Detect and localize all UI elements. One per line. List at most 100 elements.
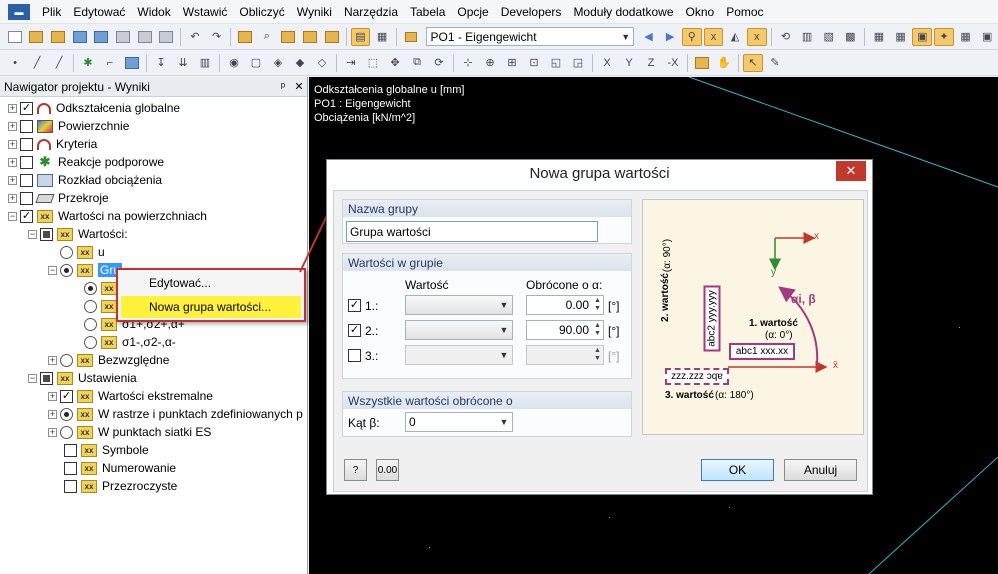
select-icon[interactable]: ⇥ xyxy=(341,54,361,72)
value-3-select[interactable]: ▼ xyxy=(405,345,513,365)
menu-tabela[interactable]: Tabela xyxy=(404,0,451,24)
tree-item-transparent[interactable]: xx Przezroczyste xyxy=(64,477,177,495)
expand-icon[interactable]: + xyxy=(8,157,17,167)
tree-item-values[interactable]: − xx Wartości: xyxy=(28,225,128,243)
edit-icon[interactable] xyxy=(235,28,255,46)
spinner-arrows-icon[interactable]: ▲ ▼ xyxy=(592,347,603,363)
tree-item-surfaces[interactable]: + Powierzchnie xyxy=(8,117,129,135)
group-name-input[interactable]: Grupa wartości xyxy=(346,221,598,242)
spinner-arrows-icon[interactable]: ▲ ▼ xyxy=(592,322,603,338)
tree-item-sections[interactable]: + Przekroje xyxy=(8,189,109,207)
radio[interactable] xyxy=(60,353,73,367)
view-minus-x-icon[interactable]: -X xyxy=(663,54,683,72)
results-icon[interactable] xyxy=(300,28,320,46)
menu-obliczyc[interactable]: Obliczyć xyxy=(233,0,290,24)
expand-icon[interactable]: + xyxy=(8,139,17,149)
menu-plik[interactable]: Plik xyxy=(36,0,67,24)
expand-icon[interactable]: + xyxy=(48,409,57,419)
hinge-icon[interactable]: ⌐ xyxy=(100,54,120,72)
table2-icon[interactable]: ▦ xyxy=(372,28,392,46)
value-3-checkbox[interactable] xyxy=(348,349,361,362)
angle-beta-select[interactable]: 0 ▼ xyxy=(405,412,513,432)
checkbox[interactable]: ✓ xyxy=(20,209,33,223)
expand-icon[interactable]: + xyxy=(48,391,57,401)
new-file-icon[interactable] xyxy=(5,28,25,46)
tree-item-support-reactions[interactable]: + ✱ Reakcje podporowe xyxy=(8,153,164,171)
value-1-angle-spinner[interactable]: 0.00 ▲ ▼ xyxy=(526,295,604,315)
radio[interactable] xyxy=(60,407,73,421)
surface-load-icon[interactable]: ▥ xyxy=(195,54,215,72)
collapse-icon[interactable]: − xyxy=(8,211,17,221)
radio[interactable] xyxy=(84,317,97,331)
checkbox[interactable] xyxy=(20,119,33,133)
context-menu-edit[interactable]: Edytować... xyxy=(121,272,301,294)
next-case-icon[interactable]: ▶ xyxy=(660,28,680,46)
redo-icon[interactable]: ↷ xyxy=(207,28,227,46)
extreme-values-icon[interactable]: x xyxy=(746,27,767,46)
result-filter-icon[interactable]: ▧ xyxy=(819,28,839,46)
grid-icon[interactable]: ▦ xyxy=(869,28,889,46)
collapse-icon[interactable]: − xyxy=(28,229,37,239)
prev-case-icon[interactable]: ◀ xyxy=(639,28,659,46)
result-grid-icon[interactable]: ▩ xyxy=(841,28,861,46)
print-icon[interactable] xyxy=(113,28,133,46)
move-icon[interactable]: ✥ xyxy=(385,54,405,72)
menu-narzedzia[interactable]: Narzędzia xyxy=(338,0,404,24)
value-1-checkbox[interactable]: ✓ xyxy=(348,299,361,312)
member-icon[interactable]: ╱ xyxy=(49,54,69,72)
view-z-icon[interactable]: Z xyxy=(641,54,661,72)
zoom-icon[interactable]: ⊕ xyxy=(480,54,500,72)
workplane-icon[interactable]: ▦ xyxy=(956,28,976,46)
pin-icon[interactable]: ᵖ xyxy=(275,81,291,93)
expand-icon[interactable]: + xyxy=(8,103,17,113)
frame-icon[interactable]: ▢ xyxy=(246,54,266,72)
box-view-icon[interactable]: ◲ xyxy=(568,54,588,72)
menu-edytowac[interactable]: Edytować xyxy=(67,0,131,24)
checkbox[interactable] xyxy=(40,227,53,241)
menu-wstawic[interactable]: Wstawić xyxy=(177,0,234,24)
result-table-icon[interactable]: ▥ xyxy=(797,28,817,46)
solid-icon[interactable]: ◆ xyxy=(290,54,310,72)
menu-pomoc[interactable]: Pomoc xyxy=(720,0,769,24)
zoom-window-icon[interactable]: ⊡ xyxy=(524,54,544,72)
table-icon[interactable]: ▤ xyxy=(350,27,371,46)
menu-developers[interactable]: Developers xyxy=(495,0,568,24)
zoom-all-icon[interactable]: ⊞ xyxy=(502,54,522,72)
view-icon[interactable]: ◉ xyxy=(224,54,244,72)
spinner-arrows-icon[interactable]: ▲ ▼ xyxy=(592,297,603,313)
menu-okno[interactable]: Okno xyxy=(680,0,721,24)
pen-icon[interactable]: ✎ xyxy=(765,54,785,72)
checkbox[interactable] xyxy=(20,155,33,169)
snap-icon[interactable]: ▦ xyxy=(891,28,911,46)
measure-icon[interactable]: ⊹ xyxy=(458,54,478,72)
close-icon[interactable]: ✕ xyxy=(291,80,307,93)
radio[interactable] xyxy=(60,425,73,439)
open-file-icon[interactable] xyxy=(27,28,47,46)
select-window-icon[interactable]: ⬚ xyxy=(363,54,383,72)
close-icon[interactable]: ✕ xyxy=(836,161,866,181)
surface-tool-icon[interactable] xyxy=(122,54,142,72)
expand-icon[interactable]: + xyxy=(48,427,57,437)
radio[interactable] xyxy=(84,299,97,313)
preview-icon[interactable] xyxy=(156,28,176,46)
tree-item-symbols[interactable]: xx Symbole xyxy=(64,441,149,459)
tree-item-u[interactable]: xx u xyxy=(60,243,105,261)
object-snap-icon[interactable]: ▣ xyxy=(912,27,933,46)
help-button[interactable]: ? xyxy=(344,459,367,481)
value-2-angle-spinner[interactable]: 90.00 ▲ ▼ xyxy=(526,320,604,340)
tree-item-absolute[interactable]: + xx Bezwzględne xyxy=(48,351,169,369)
checkbox[interactable] xyxy=(64,443,77,457)
print-report-icon[interactable] xyxy=(135,28,155,46)
ok-button[interactable]: OK xyxy=(701,459,774,481)
view-x-icon[interactable]: X xyxy=(597,54,617,72)
dxf-icon[interactable]: ▣ xyxy=(977,28,997,46)
copy-icon[interactable]: ⧉ xyxy=(407,54,427,72)
undo-icon[interactable]: ↶ xyxy=(185,28,205,46)
checkbox[interactable] xyxy=(40,371,53,385)
load-case-select[interactable]: PO1 - Eigengewicht ▼ xyxy=(425,27,634,46)
tree-item-surface-values[interactable]: − ✓ xx Wartości na powierzchniach xyxy=(8,207,207,225)
value-2-checkbox[interactable]: ✓ xyxy=(348,324,361,337)
iso-view-icon[interactable]: ◱ xyxy=(546,54,566,72)
support-tool-icon[interactable]: ✱ xyxy=(78,54,98,72)
expand-icon[interactable]: + xyxy=(8,175,17,185)
